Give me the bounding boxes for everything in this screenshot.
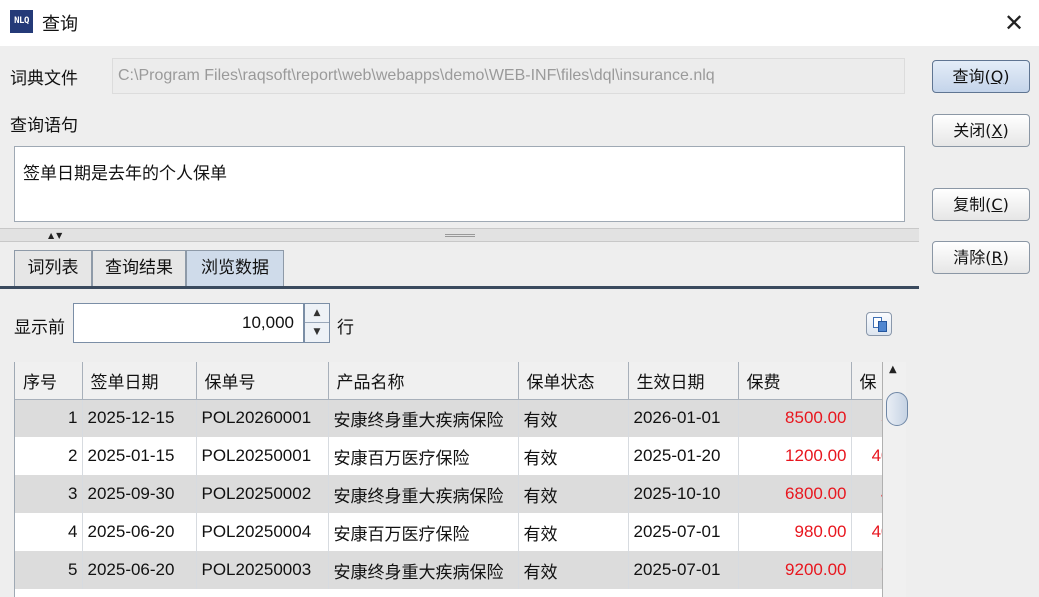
dict-file-path-field: C:\Program Files\raqsoft\report\web\weba… <box>112 58 905 94</box>
tab-query-result[interactable]: 查询结果 <box>92 250 186 287</box>
row-limit-stepper[interactable]: ▲ ▼ <box>304 303 330 343</box>
grid-vertical-scrollbar[interactable]: ▲ <box>882 362 908 597</box>
table-row[interactable]: 3 2025-09-30 POL20250002 安康终身重大疾病保险 有效 2… <box>15 475 882 513</box>
table-cell: 安康终身重大疾病保险 <box>328 399 519 437</box>
column-header[interactable]: 序号 <box>15 362 83 400</box>
dict-file-label: 词典文件 <box>10 69 78 89</box>
table-cell: 8500.00 <box>738 399 852 437</box>
table-cell: 4 <box>15 513 83 551</box>
table-cell: 2025-07-01 <box>628 513 739 551</box>
clear-button-label: 清除( <box>953 248 992 267</box>
table-cell: 2025-09-30 <box>82 475 197 513</box>
scrollbar-thumb[interactable] <box>886 392 908 426</box>
table-row[interactable]: 5 2025-06-20 POL20250003 安康终身重大疾病保险 有效 2… <box>15 551 882 589</box>
table-cell: 5 <box>851 399 882 437</box>
table-cell: 40 <box>851 437 882 475</box>
copy-button-mnemonic: C <box>991 195 1003 214</box>
splitter-grip[interactable] <box>445 234 475 237</box>
column-header[interactable]: 生效日期 <box>628 362 739 400</box>
close-button-mnemonic: X <box>991 121 1003 140</box>
show-first-label: 显示前 <box>14 318 65 338</box>
table-cell: 有效 <box>518 437 629 475</box>
splitter-arrows-icon[interactable]: ▲▼ <box>48 231 64 240</box>
table-cell: 2025-07-01 <box>628 551 739 589</box>
column-header[interactable]: 保 <box>851 362 882 400</box>
table-cell: 安康百万医疗保险 <box>328 513 519 551</box>
data-table: 序号 签单日期 保单号 产品名称 保单状态 生效日期 保费 保 1 2025-1… <box>15 362 882 589</box>
row-limit-input[interactable]: 10,000 <box>73 303 304 343</box>
table-cell: 980.00 <box>738 513 852 551</box>
table-cell: 有效 <box>518 475 629 513</box>
table-cell: 6800.00 <box>738 475 852 513</box>
stepper-down-icon[interactable]: ▼ <box>305 323 329 342</box>
table-cell: 2 <box>15 437 83 475</box>
table-cell: 2025-10-10 <box>628 475 739 513</box>
query-button[interactable]: 查询(Q) <box>932 60 1030 93</box>
copy-button[interactable]: 复制(C) <box>932 188 1030 221</box>
table-cell: POL20260001 <box>196 399 329 437</box>
table-header-row: 序号 签单日期 保单号 产品名称 保单状态 生效日期 保费 保 <box>15 362 882 400</box>
table-cell: 9200.00 <box>738 551 852 589</box>
table-cell: 1 <box>15 399 83 437</box>
query-button-mnemonic: Q <box>990 67 1004 86</box>
data-grid: 序号 签单日期 保单号 产品名称 保单状态 生效日期 保费 保 1 2025-1… <box>14 362 882 597</box>
clear-button[interactable]: 清除(R) <box>932 241 1030 274</box>
table-cell: 安康终身重大疾病保险 <box>328 475 519 513</box>
table-cell: 3 <box>15 475 83 513</box>
table-cell: 40 <box>851 513 882 551</box>
table-cell: 2025-06-20 <box>82 513 197 551</box>
table-cell: 1200.00 <box>738 437 852 475</box>
table-cell: 2025-06-20 <box>82 551 197 589</box>
query-textarea[interactable]: 签单日期是去年的个人保单 <box>14 146 905 222</box>
table-row[interactable]: 2 2025-01-15 POL20250001 安康百万医疗保险 有效 202… <box>15 437 882 475</box>
table-cell: 有效 <box>518 513 629 551</box>
tab-browse-data[interactable]: 浏览数据 <box>186 250 284 287</box>
rows-suffix-label: 行 <box>337 318 354 338</box>
tab-strip-divider <box>0 286 919 289</box>
table-cell: 有效 <box>518 399 629 437</box>
table-cell: 5 <box>15 551 83 589</box>
query-label: 查询语句 <box>10 116 78 136</box>
table-cell: POL20250003 <box>196 551 329 589</box>
table-row[interactable]: 4 2025-06-20 POL20250004 安康百万医疗保险 有效 202… <box>15 513 882 551</box>
pane-splitter[interactable]: ▲▼ <box>0 228 919 242</box>
clear-button-mnemonic: R <box>991 248 1003 267</box>
table-cell: POL20250004 <box>196 513 329 551</box>
table-cell: POL20250001 <box>196 437 329 475</box>
close-button-label: 关闭( <box>953 121 992 140</box>
table-cell: 安康百万医疗保险 <box>328 437 519 475</box>
table-row[interactable]: 1 2025-12-15 POL20260001 安康终身重大疾病保险 有效 2… <box>15 399 882 437</box>
scroll-up-arrow-icon[interactable]: ▲ <box>889 364 897 375</box>
table-cell: 有效 <box>518 551 629 589</box>
table-cell: 安康终身重大疾病保险 <box>328 551 519 589</box>
query-button-label: 查询( <box>952 67 991 86</box>
column-header[interactable]: 保费 <box>738 362 852 400</box>
column-header[interactable]: 签单日期 <box>82 362 197 400</box>
table-cell: 2025-01-15 <box>82 437 197 475</box>
copy-button-label: 复制( <box>953 195 992 214</box>
title-bar: NLQ 查询 ✕ <box>0 0 1039 46</box>
table-cell: 6 <box>851 551 882 589</box>
column-header[interactable]: 保单状态 <box>518 362 629 400</box>
table-cell: 2026-01-01 <box>628 399 739 437</box>
table-cell: 4 <box>851 475 882 513</box>
column-header[interactable]: 保单号 <box>196 362 329 400</box>
tab-word-list[interactable]: 词列表 <box>14 250 92 287</box>
close-button[interactable]: 关闭(X) <box>932 114 1030 147</box>
column-header[interactable]: 产品名称 <box>328 362 519 400</box>
stepper-up-icon[interactable]: ▲ <box>305 304 329 323</box>
close-icon[interactable]: ✕ <box>994 4 1034 42</box>
window-title: 查询 <box>42 14 78 35</box>
table-cell: POL20250002 <box>196 475 329 513</box>
copy-data-icon[interactable] <box>866 312 892 336</box>
table-cell: 2025-01-20 <box>628 437 739 475</box>
app-logo-icon: NLQ <box>10 10 33 33</box>
table-cell: 2025-12-15 <box>82 399 197 437</box>
